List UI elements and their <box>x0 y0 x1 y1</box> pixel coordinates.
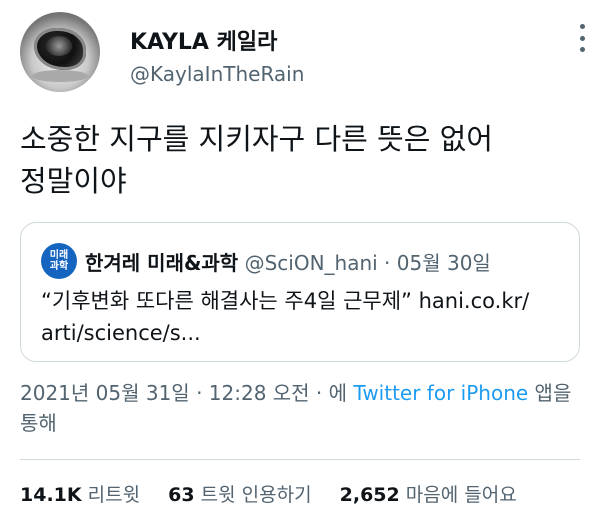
tweet-header: KAYLA 케일라 @KaylaInTheRain <box>20 10 590 94</box>
quote-author-name: 한겨레 미래&과학 <box>85 251 239 275</box>
timestamp-time: 2021년 05월 31일 · 12:28 오전 · 에 <box>20 381 354 405</box>
quotes-count: 63 <box>168 484 195 506</box>
author-display-name[interactable]: KAYLA 케일라 <box>130 24 277 56</box>
quote-header: 한겨레 미래&과학 @SciON_hani · 05월 30일 <box>85 247 491 276</box>
quote-date: 05월 30일 <box>396 251 491 275</box>
likes-count: 2,652 <box>339 484 400 506</box>
author-handle[interactable]: @KaylaInTheRain <box>130 62 304 86</box>
source-link[interactable]: Twitter for iPhone <box>353 381 528 405</box>
quotes-stat[interactable]: 63 트윗 인용하기 <box>168 484 311 506</box>
avatar-image <box>34 28 86 70</box>
author-avatar[interactable] <box>20 12 100 92</box>
tweet-stats: 14.1K 리트윗 63 트윗 인용하기 2,652 마음에 들어요 <box>20 480 539 507</box>
retweets-label: 리트윗 <box>87 484 141 506</box>
tweet-text: 소중한 지구를 지키자구 다른 뜻은 없어 정말이야 <box>20 122 493 198</box>
retweets-stat[interactable]: 14.1K 리트윗 <box>20 484 140 506</box>
retweets-count: 14.1K <box>20 484 82 506</box>
quote-author-handle: @SciON_hani <box>244 251 378 275</box>
divider <box>20 459 580 460</box>
more-vertical-icon[interactable] <box>578 24 586 52</box>
quote-author-avatar: 미래 과학 <box>41 243 77 279</box>
likes-label: 마음에 들어요 <box>405 484 517 506</box>
quote-separator: · <box>377 251 397 275</box>
tweet-timestamp: 2021년 05월 31일 · 12:28 오전 · 에 Twitter for… <box>20 378 580 438</box>
quoted-tweet-card[interactable]: 미래 과학 한겨레 미래&과학 @SciON_hani · 05월 30일 “기… <box>20 222 580 362</box>
quote-text: “기후변화 또다른 해결사는 주4일 근무제” hani.co.kr/ arti… <box>41 289 530 345</box>
quotes-label: 트윗 인용하기 <box>200 484 312 506</box>
likes-stat[interactable]: 2,652 마음에 들어요 <box>340 484 517 506</box>
quote-avatar-text: 미래 과학 <box>49 250 69 272</box>
